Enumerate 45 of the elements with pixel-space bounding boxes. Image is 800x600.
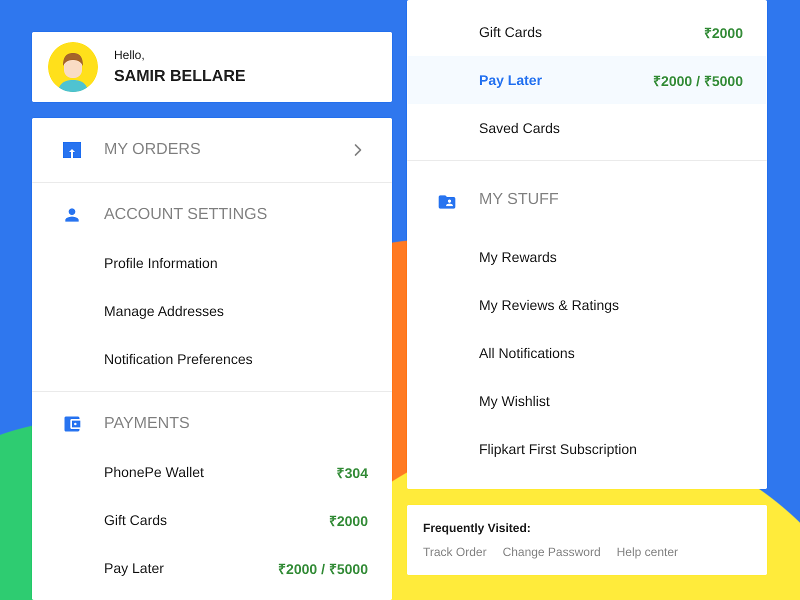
menu-item[interactable]: Saved Cards	[407, 104, 767, 152]
menu-item[interactable]: PhonePe Wallet ₹304	[32, 448, 392, 496]
menu-item[interactable]: Flipkart First Subscription	[407, 425, 767, 473]
menu-item-label: Pay Later	[479, 72, 542, 88]
frequently-visited-title: Frequently Visited:	[423, 521, 532, 535]
menu-item[interactable]: Manage Addresses	[32, 287, 392, 335]
menu-item[interactable]: Pay Later ₹2000 / ₹5000	[407, 56, 767, 104]
menu-item[interactable]: All Notifications	[407, 329, 767, 377]
menu-item-label: Notification Preferences	[104, 351, 253, 367]
menu-item-label: Saved Cards	[479, 120, 560, 136]
section-title: PAYMENTS	[104, 415, 191, 433]
amount: ₹304	[336, 464, 368, 482]
menu-item[interactable]: My Rewards	[407, 233, 767, 281]
menu-item-label: Profile Information	[104, 255, 218, 271]
menu-item[interactable]: My Reviews & Ratings	[407, 281, 767, 329]
menu-item[interactable]: Profile Information	[32, 239, 392, 287]
menu-item-label: My Wishlist	[479, 393, 550, 409]
menu-item[interactable]: Notification Preferences	[32, 335, 392, 383]
menu-item-label: Flipkart First Subscription	[479, 441, 637, 457]
quick-link[interactable]: Track Order	[423, 545, 487, 559]
menu-item-label: My Rewards	[479, 249, 557, 265]
user-name: SAMIR BELLARE	[114, 68, 246, 86]
section-title[interactable]: MY ORDERS	[104, 141, 348, 159]
menu-item[interactable]: Gift Cards ₹2000	[407, 8, 767, 56]
menu-item-label: My Reviews & Ratings	[479, 297, 620, 313]
menu-item-label: Gift Cards	[479, 24, 542, 40]
section-title: ACCOUNT SETTINGS	[104, 206, 268, 224]
amount: ₹2000	[704, 24, 743, 42]
menu-item-label: Pay Later	[104, 560, 164, 576]
box-upload-icon	[62, 141, 82, 159]
menu-item[interactable]: My Wishlist	[407, 377, 767, 425]
amount: ₹2000	[328, 512, 368, 530]
avatar-drawing	[48, 42, 98, 92]
amount: ₹2000 / ₹5000	[278, 560, 368, 578]
quick-link[interactable]: Help center	[616, 545, 678, 559]
menu-item-label: PhonePe Wallet	[104, 464, 204, 480]
menu-item-label: Gift Cards	[104, 512, 168, 528]
menu-item[interactable]: Gift Cards ₹2000	[32, 496, 392, 544]
menu-item[interactable]: Pay Later ₹2000 / ₹5000	[32, 544, 392, 592]
menu-item-label: All Notifications	[479, 345, 575, 361]
amount: ₹2000 / ₹5000	[653, 72, 743, 90]
menu-item-label: Manage Addresses	[104, 303, 224, 319]
quick-link[interactable]: Change Password	[502, 545, 601, 559]
greeting: Hello,	[114, 48, 146, 62]
section-title: MY STUFF	[479, 191, 560, 209]
